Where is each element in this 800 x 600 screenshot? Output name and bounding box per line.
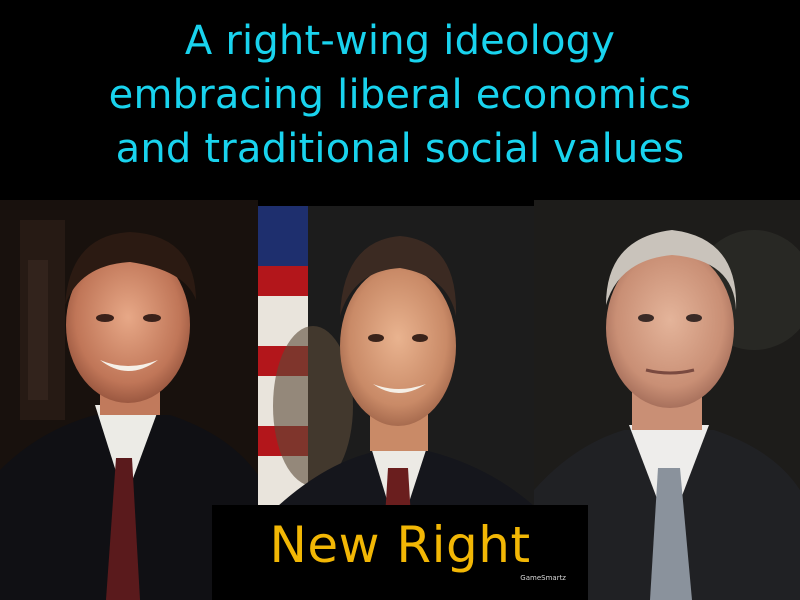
term-title: New Right xyxy=(269,515,531,574)
definition-banner: A right-wing ideology embracing liberal … xyxy=(0,0,800,190)
definition-line-2: embracing liberal economics xyxy=(108,72,692,118)
term-banner: New Right GameSmartz xyxy=(212,505,588,600)
watermark-text: GameSmartz xyxy=(520,574,566,582)
definition-line-3: and traditional social values xyxy=(115,126,685,172)
definition-text: A right-wing ideology embracing liberal … xyxy=(109,14,692,176)
definition-line-1: A right-wing ideology xyxy=(184,18,616,64)
